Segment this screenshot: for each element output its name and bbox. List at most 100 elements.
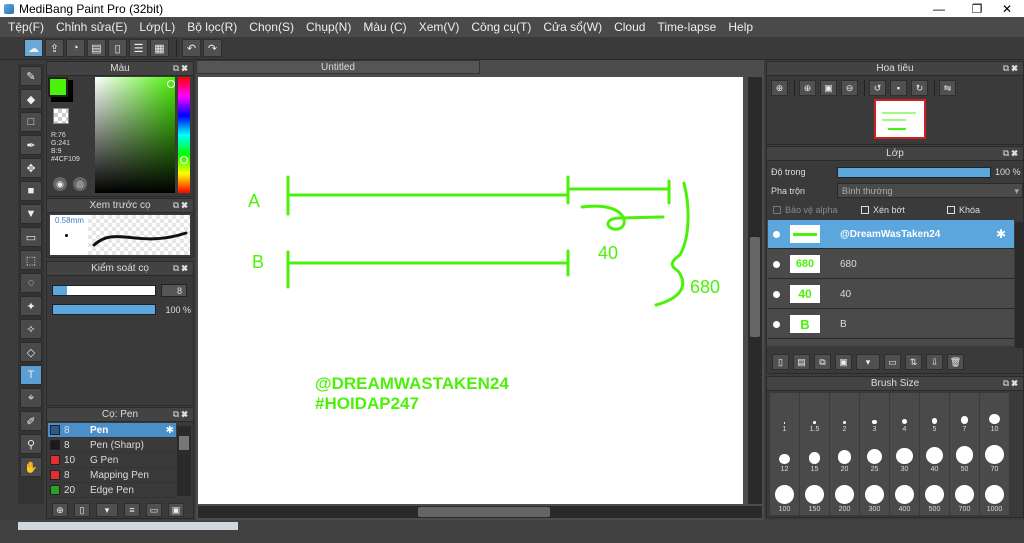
layer-item-dreamwastaken24[interactable]: @DreamWasTaken24 ✱	[768, 220, 1014, 249]
brush-size-cell-70[interactable]: 70	[980, 433, 1009, 475]
brush-size-cell-3[interactable]: 3	[860, 393, 889, 435]
brush-menu-icon[interactable]: ▾	[96, 503, 118, 517]
menu-select[interactable]: Chọn(S)	[243, 20, 300, 34]
brush-size-cell-400[interactable]: 400	[890, 473, 919, 515]
brush-item-pen[interactable]: 8 Pen ✱	[48, 423, 176, 438]
brush-size-cell-2[interactable]: 2	[830, 393, 859, 435]
close-window-button[interactable]: ✕	[990, 0, 1024, 17]
lock-checkbox[interactable]: Khóa	[947, 205, 980, 215]
brush-opacity-slider[interactable]	[52, 304, 156, 315]
layer-visibility-icon[interactable]	[773, 230, 780, 238]
layer-item-b[interactable]: B B	[768, 310, 1014, 339]
hue-slider[interactable]	[178, 77, 190, 193]
lasso-tool-icon[interactable]: ◌	[20, 273, 42, 293]
chat-icon[interactable]: ▤	[87, 39, 106, 57]
layer-visibility-icon[interactable]	[773, 320, 780, 328]
select-rect-tool-icon[interactable]: ⬚	[20, 250, 42, 270]
brush-size-cell-7[interactable]: 7	[950, 393, 979, 435]
brush-size-cell-25[interactable]: 25	[860, 433, 889, 475]
layer-item-680[interactable]: 680 680	[768, 250, 1014, 279]
panel-controls-icon[interactable]: ⧉✖	[1003, 378, 1020, 389]
menu-timelapse[interactable]: Time-lapse	[651, 20, 722, 34]
pen-tool-icon[interactable]: ✒	[20, 135, 42, 155]
menu-layer[interactable]: Lớp(L)	[133, 20, 181, 34]
brush-size-cell-12[interactable]: 12	[770, 433, 799, 475]
brush-size-cell-5[interactable]: 5	[920, 393, 949, 435]
brush-size-cell-15[interactable]: 15	[800, 433, 829, 475]
brush-size-cell-500[interactable]: 500	[920, 473, 949, 515]
gradient-tool-icon[interactable]: ▭	[20, 227, 42, 247]
layer-opacity-slider[interactable]	[837, 167, 991, 178]
brush-item-edge-pen[interactable]: 20 Edge Pen	[48, 483, 176, 498]
layer-item-40[interactable]: 40 40	[768, 280, 1014, 309]
eyedropper-tool-icon[interactable]: ⚲	[20, 434, 42, 454]
layer-folder-icon[interactable]: ▭	[884, 354, 901, 370]
bucket-tool-icon[interactable]: ▼	[20, 204, 42, 224]
brush-size-cell-30[interactable]: 30	[890, 433, 919, 475]
brush-size-cell-300[interactable]: 300	[860, 473, 889, 515]
rotate-left-icon[interactable]: ↺	[869, 80, 886, 96]
add-brush-icon[interactable]: ⊕	[52, 503, 68, 517]
brush-size-cell-4[interactable]: 4	[890, 393, 919, 435]
redo-button[interactable]: ↷	[203, 39, 222, 57]
saturation-value-field[interactable]	[95, 77, 175, 193]
reset-view-icon[interactable]: ▪	[890, 80, 907, 96]
brush-folder-icon[interactable]: ▭	[146, 503, 162, 517]
menu-cloud[interactable]: Cloud	[608, 20, 651, 34]
menu-color[interactable]: Màu (C)	[357, 20, 412, 34]
menu-snap[interactable]: Chụp(N)	[300, 20, 357, 34]
divide-tool-icon[interactable]: ✐	[20, 411, 42, 431]
magic-wand-tool-icon[interactable]: ✦	[20, 296, 42, 316]
minimize-button[interactable]: —	[922, 0, 956, 17]
brush-size-cell-50[interactable]: 50	[950, 433, 979, 475]
new-brush-icon[interactable]: ▯	[74, 503, 90, 517]
fill-rect-tool-icon[interactable]: ■	[20, 181, 42, 201]
brush-size-cell-150[interactable]: 150	[800, 473, 829, 515]
brush-settings-icon[interactable]: ≡	[124, 503, 140, 517]
hue-cursor[interactable]	[180, 156, 188, 164]
panel-controls-icon[interactable]: ⧉✖	[173, 63, 190, 74]
layer-menu-icon[interactable]: ▾	[856, 354, 880, 370]
fit-window-icon[interactable]: ▣	[820, 80, 837, 96]
layer-move-icon[interactable]: ⇅	[905, 354, 922, 370]
menu-tools[interactable]: Công cụ(T)	[465, 20, 537, 34]
layer-merge-down-icon[interactable]: ⇩	[926, 354, 943, 370]
select-eraser-tool-icon[interactable]: ◇	[20, 342, 42, 362]
menu-filter[interactable]: Bộ lọc(R)	[181, 20, 243, 34]
menu-edit[interactable]: Chỉnh sửa(E)	[50, 20, 133, 34]
page-icon[interactable]: ▯	[108, 39, 127, 57]
layer-list-scrollbar[interactable]	[1015, 222, 1023, 348]
panel-controls-icon[interactable]: ⧉✖	[1003, 148, 1020, 159]
brush-size-cell-1[interactable]: 1	[770, 393, 799, 435]
brush-item-g-pen[interactable]: 10 G Pen	[48, 453, 176, 468]
layer-visibility-icon[interactable]	[773, 290, 780, 298]
maximize-button[interactable]: ❐	[960, 0, 994, 17]
menu-window[interactable]: Cửa sổ(W)	[537, 20, 608, 34]
clip-checkbox[interactable]: Xén bớt	[861, 205, 905, 215]
brush-size-value[interactable]: 8	[161, 284, 187, 297]
brush-size-cell-100[interactable]: 100	[770, 473, 799, 515]
text-tool-icon[interactable]: T	[20, 365, 42, 385]
brush-size-cell-200[interactable]: 200	[830, 473, 859, 515]
cloud-save-icon[interactable]: ☁	[24, 39, 43, 57]
brush-size-cell-10[interactable]: 10	[980, 393, 1009, 435]
brush-group-icon[interactable]: ▣	[168, 503, 184, 517]
brush-size-cell-40[interactable]: 40	[920, 433, 949, 475]
zoom-fit-icon[interactable]: ⊕	[771, 80, 788, 96]
menu-file[interactable]: Tệp(F)	[2, 20, 50, 34]
brush-size-cell-1.5[interactable]: 1.5	[800, 393, 829, 435]
panel-controls-icon[interactable]: ⧉✖	[173, 409, 190, 420]
brush-item-mapping-pen[interactable]: 8 Mapping Pen	[48, 468, 176, 483]
undo-button[interactable]: ↶	[182, 39, 201, 57]
brush-size-cell-1000[interactable]: 1000	[980, 473, 1009, 515]
move-tool-icon[interactable]: ✥	[20, 158, 42, 178]
canvas-vertical-scrollbar[interactable]	[748, 77, 762, 504]
list-icon[interactable]: ☰	[129, 39, 148, 57]
brush-size-cell-700[interactable]: 700	[950, 473, 979, 515]
brush-size-cell-20[interactable]: 20	[830, 433, 859, 475]
brush-gear-icon[interactable]: ✱	[166, 425, 174, 436]
comment-icon[interactable]: ◔	[66, 39, 85, 57]
brush-item-pen-sharp[interactable]: 8 Pen (Sharp)	[48, 438, 176, 453]
select-pen-tool-icon[interactable]: ✧	[20, 319, 42, 339]
protect-alpha-checkbox[interactable]: Bảo vệ alpha	[773, 205, 838, 215]
